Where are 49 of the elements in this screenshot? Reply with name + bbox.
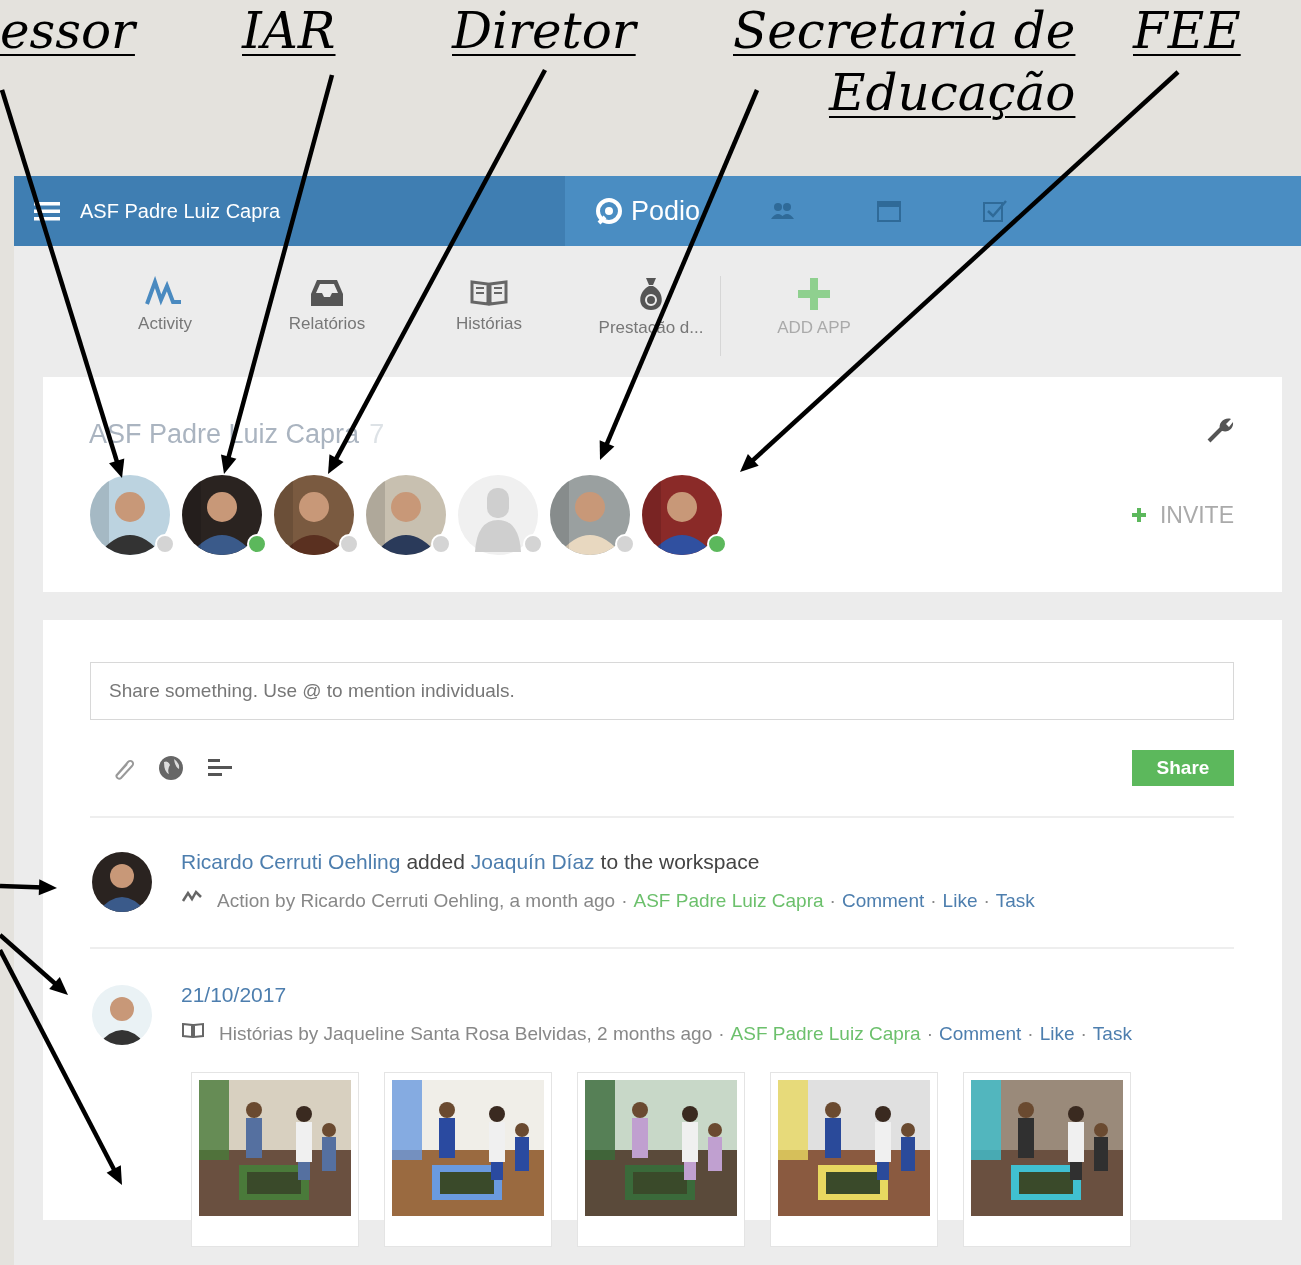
share-field[interactable]: Share something. Use @ to mention individuals. — [90, 662, 1234, 720]
plus-icon — [1131, 508, 1146, 522]
action-link[interactable]: Like — [1039, 1023, 1075, 1044]
workspace-link[interactable]: ASF Padre Luiz Capra — [633, 890, 824, 911]
title-link[interactable]: Ricardo Cerruti Oehling — [181, 850, 401, 874]
meta-text: Action by Ricardo Cerruti Oehling, a month ago — [217, 890, 616, 911]
title-text: to the workspace — [600, 850, 760, 874]
app-tab[interactable]: Histórias — [408, 276, 570, 334]
globe-icon[interactable] — [158, 755, 184, 781]
separator-dot: · — [926, 1023, 933, 1044]
share-button[interactable]: Share — [1132, 750, 1234, 786]
separator-dot: · — [718, 1023, 725, 1044]
separator-dot: · — [930, 890, 937, 911]
action-link[interactable]: Task — [1092, 1023, 1132, 1044]
separator-dot: · — [621, 890, 628, 911]
workspace-title[interactable]: ASF Padre Luiz Capra — [80, 199, 281, 223]
app-tab[interactable]: Activity — [84, 276, 246, 334]
action-link[interactable]: Comment — [841, 890, 925, 911]
photo-thumbnail[interactable] — [384, 1072, 552, 1247]
separator-dot: · — [829, 890, 836, 911]
brand-name[interactable]: Podio — [631, 195, 701, 227]
photo-thumbnail[interactable] — [191, 1072, 359, 1247]
workspace-link[interactable]: ASF Padre Luiz Capra — [730, 1023, 921, 1044]
title-link[interactable]: 21/10/2017 — [181, 983, 287, 1007]
annotation-label: IAR — [242, 1, 336, 62]
title-link[interactable]: Joaquín Díaz — [470, 850, 595, 874]
activity-icon — [181, 888, 203, 904]
title-text: added — [406, 850, 465, 874]
action-link[interactable]: Comment — [939, 1023, 1022, 1044]
book-icon — [181, 1021, 205, 1039]
meta-text: Histórias by Jaqueline Santa Rosa Belvidas, 2 months ago — [219, 1023, 713, 1044]
invite-button[interactable]: INVITE — [1131, 501, 1234, 529]
photo-thumbnail[interactable] — [577, 1072, 745, 1247]
annotation-label: FEE — [1133, 1, 1241, 62]
separator-dot: · — [983, 890, 990, 911]
annotation-label: Secretaria de — [733, 1, 1076, 62]
separator-dot: · — [1027, 1023, 1034, 1044]
separator-dot: · — [1080, 1023, 1087, 1044]
app-tab[interactable]: Relatórios — [246, 276, 408, 334]
photo-thumbnail[interactable] — [963, 1072, 1131, 1247]
annotation-label: Diretor — [452, 1, 636, 62]
arrow — [0, 879, 57, 896]
checkbox-icon[interactable] — [982, 199, 1009, 223]
action-link[interactable]: Task — [995, 890, 1035, 911]
menu-icon[interactable] — [34, 201, 60, 221]
annotation-label: Educação — [829, 63, 1076, 124]
photo-thumbnail[interactable] — [770, 1072, 938, 1247]
action-link[interactable]: Like — [942, 890, 978, 911]
logo-icon — [595, 197, 623, 225]
